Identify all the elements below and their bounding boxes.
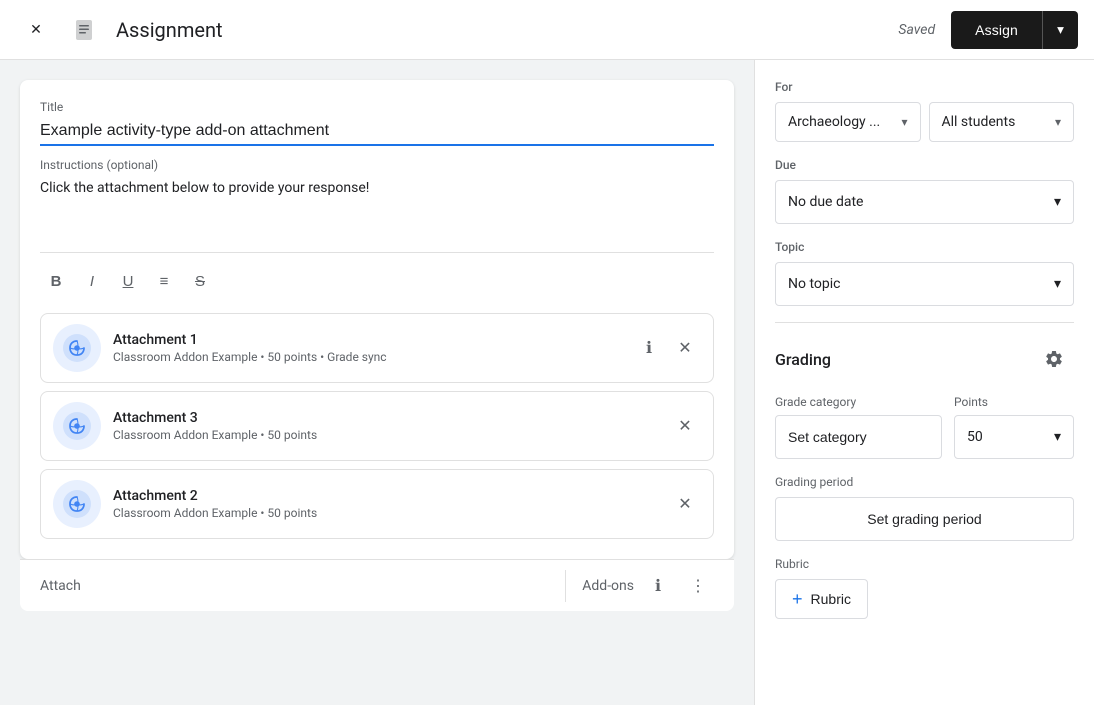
bold-button[interactable]: B [40, 265, 72, 297]
attachment-info-2: Attachment 2 Classroom Addon Example • 5… [113, 488, 669, 520]
addons-section: Add-ons ℹ ⋮ [565, 570, 714, 602]
points-value: 50 [967, 429, 983, 445]
topic-select[interactable]: No topic ▾ [775, 262, 1074, 306]
doc-icon [72, 18, 96, 42]
page-title: Assignment [116, 18, 898, 42]
instructions-label: Instructions (optional) [40, 158, 714, 172]
due-select[interactable]: No due date ▾ [775, 180, 1074, 224]
attachment-actions-1: ℹ ✕ [633, 332, 701, 364]
attachment-actions-2: ✕ [669, 488, 701, 520]
header: ✕ Assignment Saved Assign ▾ [0, 0, 1094, 60]
due-label: Due [775, 158, 1074, 172]
attachment-info-3: Attachment 3 Classroom Addon Example • 5… [113, 410, 669, 442]
grading-period-label: Grading period [775, 475, 1074, 489]
instructions-text[interactable]: Click the attachment below to provide yo… [40, 176, 714, 236]
class-select[interactable]: Archaeology ... ▾ [775, 102, 921, 142]
plus-icon: + [792, 589, 803, 610]
table-row: Attachment 3 Classroom Addon Example • 5… [40, 391, 714, 461]
strikethrough-button[interactable]: S [184, 265, 216, 297]
underline-button[interactable]: U [112, 265, 144, 297]
topic-value: No topic [788, 276, 840, 292]
attachment-list: Attachment 1 Classroom Addon Example • 5… [40, 313, 714, 539]
points-label: Points [954, 395, 1074, 409]
gear-icon [1044, 349, 1064, 369]
class-value: Archaeology ... [788, 114, 880, 130]
topic-label: Topic [775, 240, 1074, 254]
grade-category-col: Grade category Set category [775, 395, 942, 459]
due-value: No due date [788, 194, 863, 210]
attachment-actions-3: ✕ [669, 410, 701, 442]
grading-title: Grading [775, 350, 831, 369]
attachment-info-button-1[interactable]: ℹ [633, 332, 665, 364]
add-rubric-label: Rubric [811, 591, 851, 607]
attachment-name-2: Attachment 2 [113, 488, 669, 504]
chevron-down-icon: ▾ [1057, 22, 1064, 38]
close-icon: ✕ [30, 22, 42, 38]
for-label: For [775, 80, 1074, 94]
attachment-remove-button-1[interactable]: ✕ [669, 332, 701, 364]
close-button[interactable]: ✕ [16, 10, 56, 50]
for-select-row: Archaeology ... ▾ All students ▾ [775, 102, 1074, 142]
grading-header: Grading [775, 339, 1074, 379]
assign-button[interactable]: Assign [951, 11, 1042, 49]
attachment-icon-2 [53, 480, 101, 528]
addons-label: Add-ons [582, 578, 634, 594]
divider [775, 322, 1074, 323]
points-chevron-icon: ▾ [1054, 429, 1061, 445]
points-select[interactable]: 50 ▾ [954, 415, 1074, 459]
main-layout: Title Instructions (optional) Click the … [0, 60, 1094, 705]
attachment-icon-3 [53, 402, 101, 450]
attachment-name-1: Attachment 1 [113, 332, 633, 348]
bottom-toolbar: Attach Add-ons ℹ ⋮ [20, 559, 734, 611]
students-select[interactable]: All students ▾ [929, 102, 1075, 142]
left-panel: Title Instructions (optional) Click the … [0, 60, 754, 705]
addons-info-button[interactable]: ℹ [642, 570, 674, 602]
table-row: Attachment 1 Classroom Addon Example • 5… [40, 313, 714, 383]
set-category-button[interactable]: Set category [775, 415, 942, 459]
set-grading-period-button[interactable]: Set grading period [775, 497, 1074, 541]
addons-more-button[interactable]: ⋮ [682, 570, 714, 602]
list-button[interactable]: ≡ [148, 265, 180, 297]
assign-dropdown-button[interactable]: ▾ [1042, 11, 1078, 49]
rubric-label: Rubric [775, 557, 1074, 571]
attachment-meta-2: Classroom Addon Example • 50 points [113, 506, 669, 520]
attachment-info-1: Attachment 1 Classroom Addon Example • 5… [113, 332, 633, 364]
attachment-remove-button-2[interactable]: ✕ [669, 488, 701, 520]
assign-button-group: Assign ▾ [951, 11, 1078, 49]
grade-category-label: Grade category [775, 395, 942, 409]
right-panel: For Archaeology ... ▾ All students ▾ Due… [754, 60, 1094, 705]
title-label: Title [40, 100, 714, 114]
topic-chevron-icon: ▾ [1054, 276, 1061, 292]
title-field: Title [40, 100, 714, 146]
attachment-remove-button-3[interactable]: ✕ [669, 410, 701, 442]
italic-button[interactable]: I [76, 265, 108, 297]
students-value: All students [942, 114, 1016, 130]
add-rubric-button[interactable]: + Rubric [775, 579, 868, 619]
class-chevron-icon: ▾ [901, 115, 907, 129]
attachment-meta-1: Classroom Addon Example • 50 points • Gr… [113, 350, 633, 364]
grading-settings-button[interactable] [1034, 339, 1074, 379]
attachment-name-3: Attachment 3 [113, 410, 669, 426]
table-row: Attachment 2 Classroom Addon Example • 5… [40, 469, 714, 539]
students-chevron-icon: ▾ [1055, 115, 1061, 129]
due-chevron-icon: ▾ [1054, 194, 1061, 210]
grade-row: Grade category Set category Points 50 ▾ [775, 395, 1074, 459]
attachment-meta-3: Classroom Addon Example • 50 points [113, 428, 669, 442]
points-col: Points 50 ▾ [954, 395, 1074, 459]
attach-button[interactable]: Attach [40, 578, 565, 594]
saved-status: Saved [898, 22, 935, 38]
attachment-icon-1 [53, 324, 101, 372]
content-card: Title Instructions (optional) Click the … [20, 80, 734, 559]
instructions-field: Instructions (optional) Click the attach… [40, 158, 714, 236]
doc-icon-container [64, 10, 104, 50]
text-toolbar: B I U ≡ S [40, 252, 714, 297]
title-input[interactable] [40, 118, 714, 146]
